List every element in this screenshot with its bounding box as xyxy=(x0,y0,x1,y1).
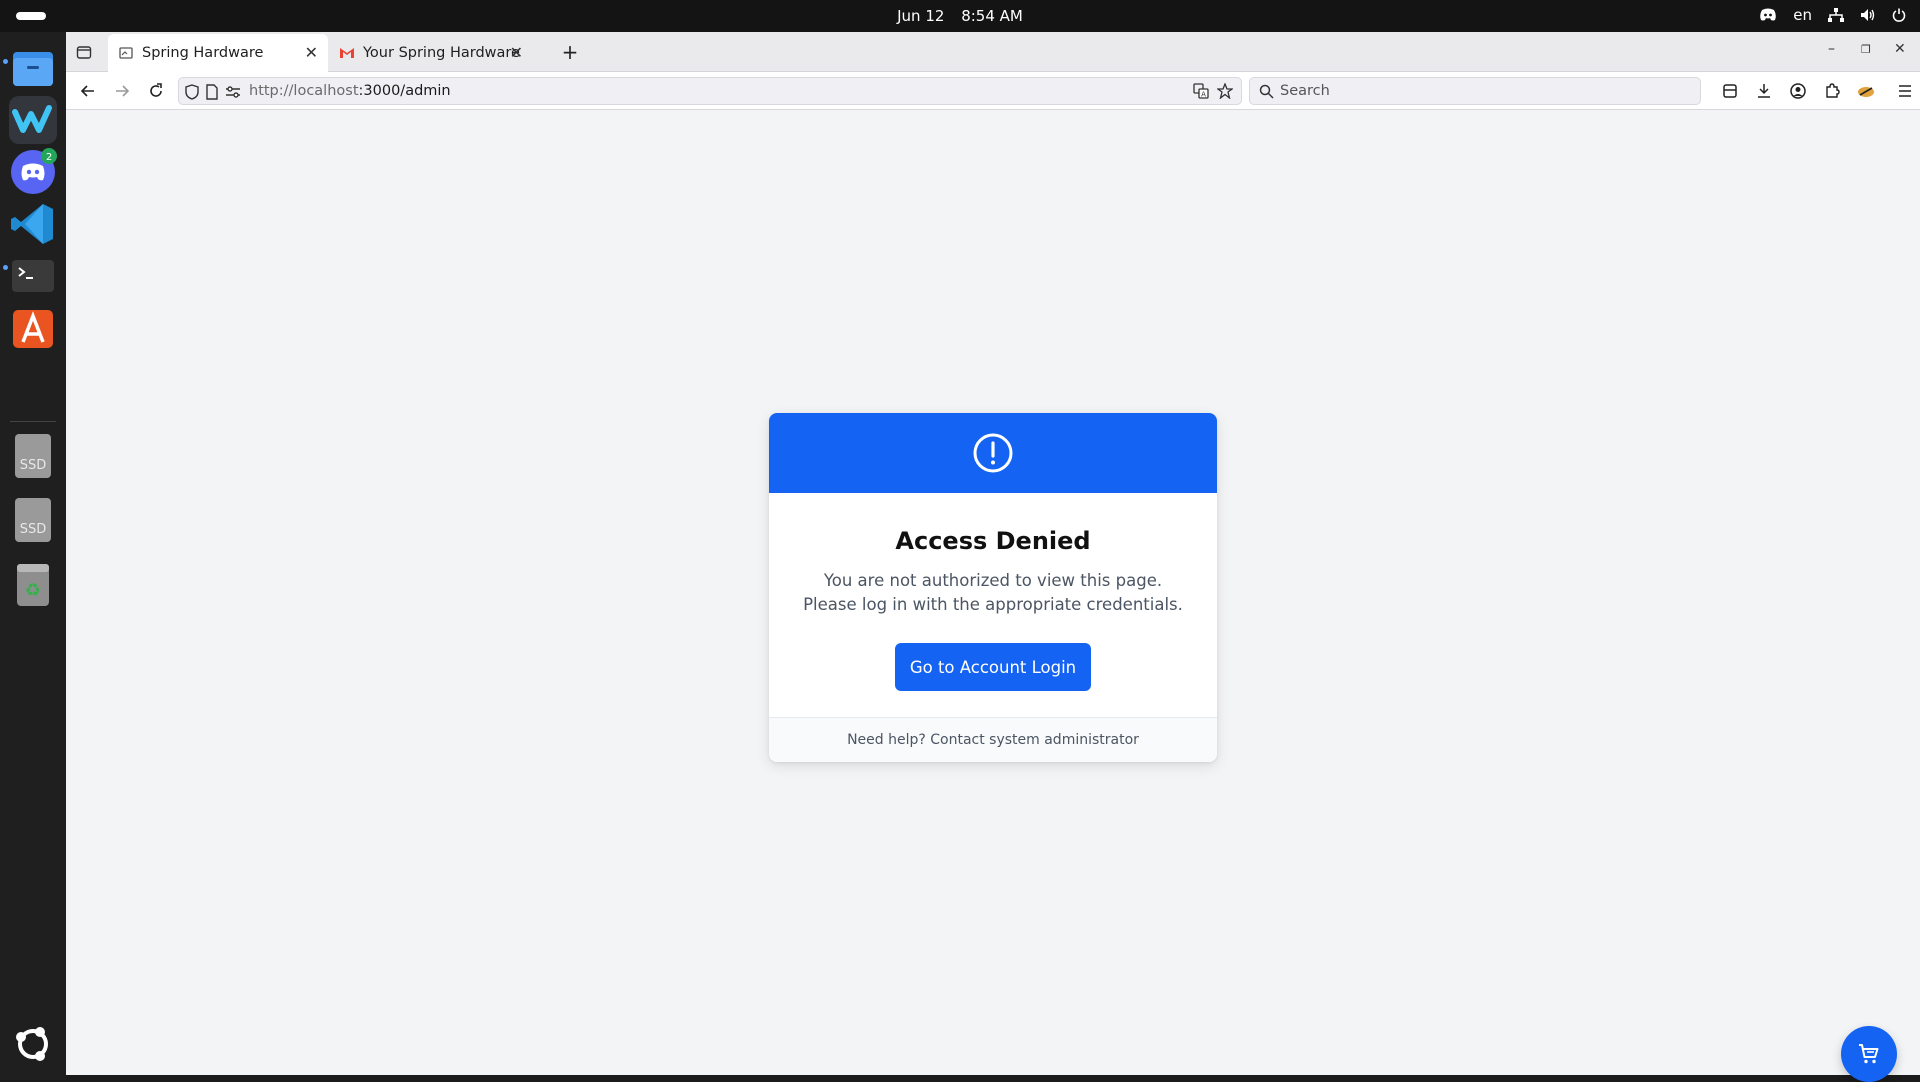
downloads-button[interactable] xyxy=(1752,79,1776,103)
app-center-dock-item[interactable] xyxy=(9,304,57,352)
arrow-right-icon xyxy=(116,85,130,97)
ssd-2-dock-item[interactable]: SSD xyxy=(9,496,57,544)
language-indicator[interactable]: en xyxy=(1793,6,1812,24)
clock-time: 8:54 AM xyxy=(961,7,1023,25)
url-path: :3000/admin xyxy=(358,83,451,99)
card-header xyxy=(769,413,1217,493)
navigation-toolbar: http://localhost:3000/admin A Search xyxy=(66,72,1920,110)
page-icon xyxy=(206,84,218,100)
error-message: You are not authorized to view this page… xyxy=(803,571,1183,614)
app-store-icon xyxy=(13,310,53,348)
volume-icon[interactable] xyxy=(1860,8,1876,22)
show-apps-button[interactable] xyxy=(9,1020,57,1068)
tab-email-order[interactable]: Your Spring Hardware Or ✕ xyxy=(329,34,533,72)
help-footer: Need help? Contact system administrator xyxy=(769,717,1217,762)
windsurf-icon xyxy=(12,105,52,133)
clock-date: Jun 12 xyxy=(897,7,945,25)
system-top-bar: Jun 12 8:54 AM en xyxy=(0,0,1920,32)
access-denied-card: Access Denied You are not authorized to … xyxy=(769,413,1217,762)
cart-button[interactable] xyxy=(1841,1026,1897,1082)
svg-text:♻: ♻ xyxy=(25,580,41,601)
bookmark-star-icon[interactable] xyxy=(1217,83,1233,99)
tab-title: Your Spring Hardware Or xyxy=(363,45,523,61)
search-input[interactable]: Search xyxy=(1249,77,1701,105)
tabs-list-icon xyxy=(76,46,92,59)
trash-icon: ♻ xyxy=(17,564,49,606)
alert-circle-icon xyxy=(973,433,1013,473)
tab-spring-hardware[interactable]: Spring Hardware ✕ xyxy=(108,34,328,72)
drive-icon: SSD xyxy=(15,434,51,478)
discord-dock-item[interactable]: 2 xyxy=(9,148,57,196)
account-icon xyxy=(1790,83,1806,99)
shopping-cart-icon xyxy=(1859,1044,1879,1064)
svg-text:2: 2 xyxy=(46,152,52,163)
search-icon xyxy=(1259,84,1274,99)
ssd-1-dock-item[interactable]: SSD xyxy=(9,432,57,480)
dock-separator xyxy=(10,421,56,422)
extension-button[interactable] xyxy=(1854,79,1878,103)
clock[interactable]: Jun 12 8:54 AM xyxy=(0,7,1920,25)
terminal-icon xyxy=(12,260,54,292)
svg-text:A: A xyxy=(1201,91,1206,99)
gmail-icon xyxy=(340,48,354,58)
save-to-pocket-icon xyxy=(1723,84,1737,98)
permissions-icon xyxy=(226,86,240,98)
plus-icon: + xyxy=(561,40,579,64)
files-dock-item[interactable] xyxy=(9,44,57,92)
windsurf-dock-item[interactable] xyxy=(9,96,57,144)
new-tab-button[interactable]: + xyxy=(558,40,582,64)
system-tray[interactable]: en xyxy=(1759,6,1906,24)
vscode-dock-item[interactable] xyxy=(9,200,57,248)
search-placeholder: Search xyxy=(1280,83,1330,99)
shield-icon xyxy=(185,84,199,100)
tab-bar: Spring Hardware ✕ Your Spring Hardware O… xyxy=(66,32,1920,72)
download-icon xyxy=(1758,84,1770,98)
ubuntu-logo-icon xyxy=(16,1027,48,1061)
forward-button[interactable] xyxy=(110,79,134,103)
translate-icon[interactable]: A xyxy=(1193,83,1209,99)
restore-icon[interactable]: ❐ xyxy=(1861,43,1871,56)
menu-button[interactable] xyxy=(1893,79,1917,103)
terminal-dock-item[interactable] xyxy=(9,252,57,300)
url-host: http://localhost xyxy=(249,83,359,99)
hamburger-menu-icon xyxy=(1899,85,1911,97)
page-title: Access Denied xyxy=(895,527,1091,555)
reload-icon xyxy=(150,83,162,97)
running-indicator xyxy=(3,59,8,64)
svg-text:SSD: SSD xyxy=(20,458,47,473)
url-bar[interactable]: http://localhost:3000/admin A xyxy=(178,77,1242,105)
extension-icon xyxy=(1858,87,1874,97)
trash-dock-item[interactable]: ♻ xyxy=(9,560,57,608)
page-favicon-icon xyxy=(119,47,133,59)
svg-text:SSD: SSD xyxy=(20,522,47,537)
extensions-button[interactable] xyxy=(1820,79,1844,103)
tab-title: Spring Hardware xyxy=(142,45,264,61)
discord-icon: 2 xyxy=(11,148,57,194)
puzzle-icon xyxy=(1826,83,1840,98)
account-login-button[interactable]: Go to Account Login xyxy=(895,643,1091,691)
running-indicator xyxy=(3,265,8,270)
arrow-left-icon xyxy=(80,85,94,97)
tab-overview-button[interactable] xyxy=(72,40,96,64)
vscode-icon xyxy=(11,204,53,244)
network-icon[interactable] xyxy=(1828,8,1844,22)
page-content: Access Denied You are not authorized to … xyxy=(66,111,1920,1082)
account-button[interactable] xyxy=(1786,79,1810,103)
discord-tray-icon[interactable] xyxy=(1759,8,1777,22)
minimize-icon[interactable]: – xyxy=(1828,41,1835,57)
drive-icon: SSD xyxy=(15,498,51,542)
browser-window: Spring Hardware ✕ Your Spring Hardware O… xyxy=(66,32,1920,1082)
pocket-button[interactable] xyxy=(1718,79,1742,103)
dock: 2 SSD SSD ♻ xyxy=(0,32,66,1080)
reload-button[interactable] xyxy=(144,79,168,103)
power-icon[interactable] xyxy=(1892,8,1906,22)
close-icon[interactable]: ✕ xyxy=(510,43,523,62)
close-icon[interactable]: ✕ xyxy=(305,43,318,62)
url-text: http://localhost:3000/admin xyxy=(249,83,451,99)
back-button[interactable] xyxy=(76,79,100,103)
folder-icon xyxy=(13,52,53,86)
window-close-icon[interactable]: ✕ xyxy=(1894,41,1906,57)
